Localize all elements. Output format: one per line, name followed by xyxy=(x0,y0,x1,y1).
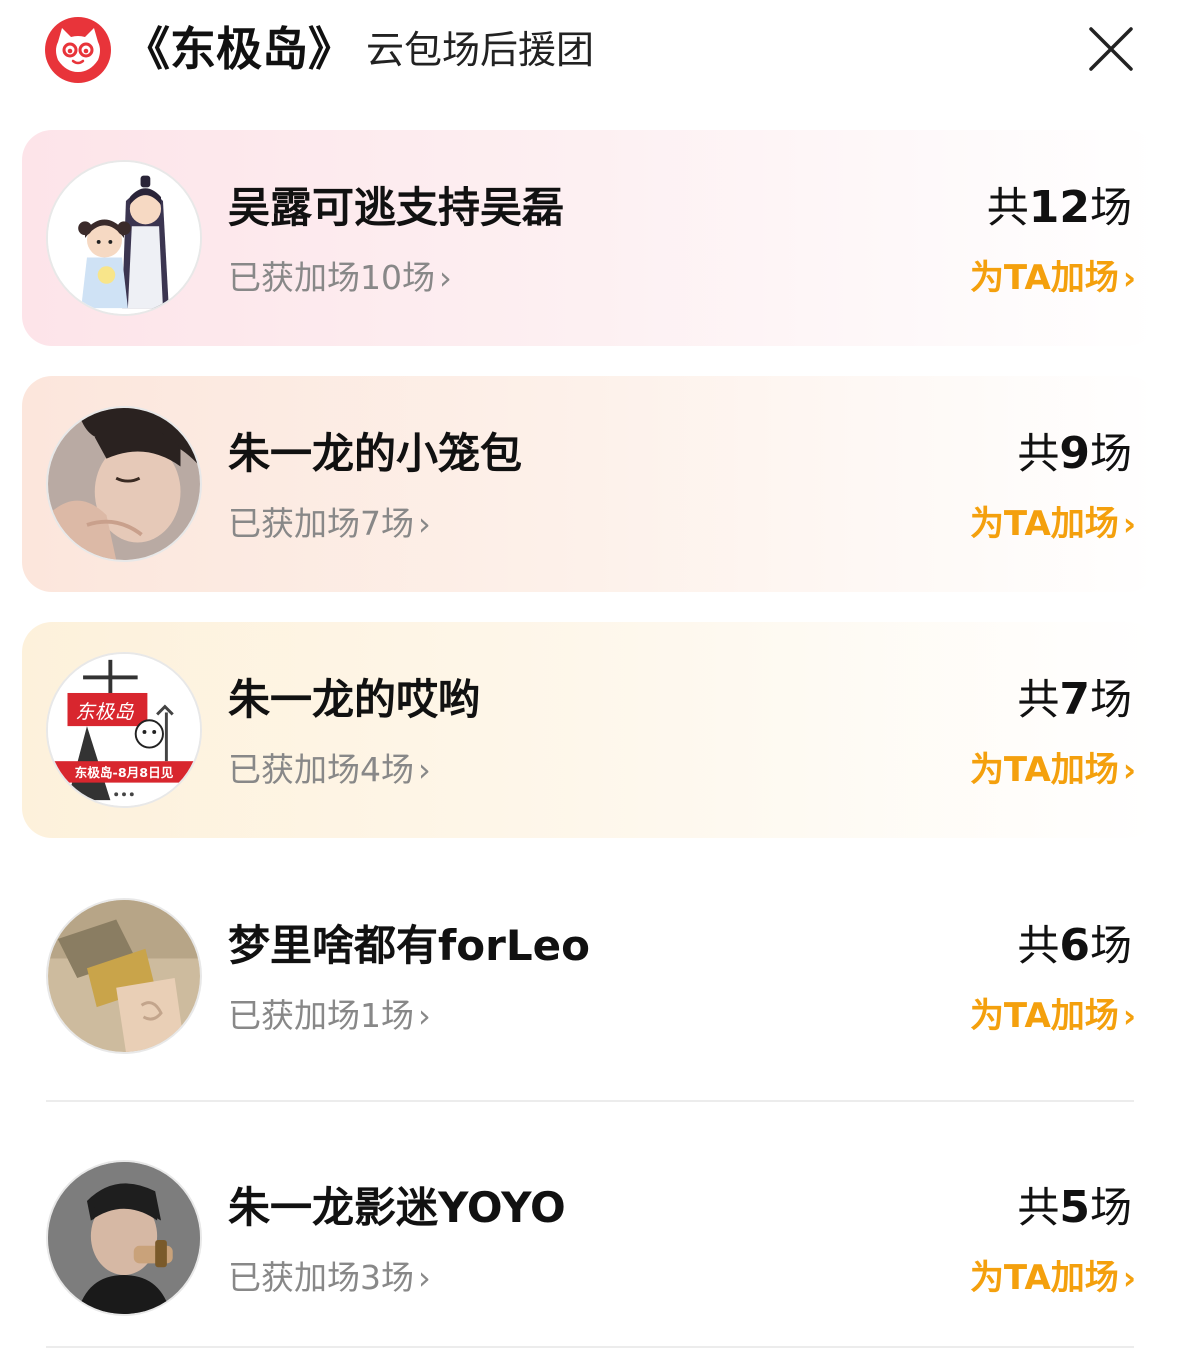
chevron-right-icon: › xyxy=(1122,751,1136,789)
total-count: 7 xyxy=(1059,674,1090,725)
support-group-card[interactable]: 朱一龙的小笼包 已获加场7场 › 共9场 为TA加场 › xyxy=(22,376,1158,592)
group-name: 梦里啥都有forLeo xyxy=(228,921,590,970)
group-name: 朱一龙影迷YOYO xyxy=(228,1183,566,1232)
portrait-photo-avatar-icon xyxy=(48,1162,200,1314)
support-group-card[interactable]: 东极岛 东极岛-8月8日见 朱一龙的哎哟 已获加场4场 › 共7场 为TA加场 › xyxy=(22,622,1158,838)
add-session-label: 为TA加场 xyxy=(969,996,1119,1036)
group-name: 朱一龙的小笼包 xyxy=(228,429,523,478)
total-prefix: 共 xyxy=(986,183,1029,232)
chevron-right-icon: › xyxy=(418,1259,431,1297)
add-session-label: 为TA加场 xyxy=(969,1258,1119,1298)
divider xyxy=(46,1100,1134,1102)
total-prefix: 共 xyxy=(1017,921,1060,970)
total-suffix: 场 xyxy=(1089,1183,1132,1232)
earned-sessions-link[interactable]: 已获加场7场 › xyxy=(228,500,431,548)
add-session-button[interactable]: 为TA加场 › xyxy=(970,254,1136,302)
total-count: 9 xyxy=(1059,428,1090,479)
cartoon-couple-avatar-icon xyxy=(48,162,200,314)
earned-sessions-text: 已获加场1场 xyxy=(228,996,414,1035)
avatar-poster-text: 东极岛-8月8日见 xyxy=(75,765,174,780)
add-session-button[interactable]: 为TA加场 › xyxy=(970,500,1136,548)
add-session-label: 为TA加场 xyxy=(969,504,1119,544)
avatar xyxy=(46,898,202,1054)
add-session-button[interactable]: 为TA加场 › xyxy=(970,992,1136,1040)
total-suffix: 场 xyxy=(1089,183,1132,232)
chevron-right-icon: › xyxy=(1122,997,1136,1035)
earned-sessions-link[interactable]: 已获加场4场 › xyxy=(228,746,431,794)
total-suffix: 场 xyxy=(1089,921,1132,970)
avatar xyxy=(46,160,202,316)
total-sessions: 共9场 xyxy=(1017,426,1132,482)
earned-sessions-text: 已获加场10场 xyxy=(228,258,435,297)
svg-text:东极岛: 东极岛 xyxy=(75,700,134,723)
total-suffix: 场 xyxy=(1089,429,1132,478)
chevron-right-icon: › xyxy=(418,505,431,543)
total-sessions: 共6场 xyxy=(1017,918,1132,974)
avatar: 东极岛 东极岛-8月8日见 xyxy=(46,652,202,808)
earned-sessions-text: 已获加场4场 xyxy=(228,750,414,789)
earned-sessions-link[interactable]: 已获加场10场 › xyxy=(228,254,452,302)
earned-sessions-link[interactable]: 已获加场3场 › xyxy=(228,1254,431,1302)
add-session-button[interactable]: 为TA加场 › xyxy=(970,746,1136,794)
divider xyxy=(46,1346,1134,1348)
add-session-label: 为TA加场 xyxy=(969,750,1119,790)
total-count: 6 xyxy=(1059,920,1090,971)
stamp-photo-avatar-icon xyxy=(48,900,200,1052)
total-prefix: 共 xyxy=(1017,1183,1060,1232)
total-sessions: 共5场 xyxy=(1017,1180,1132,1236)
chevron-right-icon: › xyxy=(1122,505,1136,543)
close-icon[interactable] xyxy=(1086,24,1136,74)
total-count: 12 xyxy=(1028,182,1090,233)
header-bar: 《东极岛》 云包场后援团 xyxy=(0,0,1179,100)
add-session-label: 为TA加场 xyxy=(969,258,1119,298)
support-group-card[interactable]: 朱一龙影迷YOYO 已获加场3场 › 共5场 为TA加场 › xyxy=(22,1130,1158,1346)
earned-sessions-link[interactable]: 已获加场1场 › xyxy=(228,992,431,1040)
support-group-card[interactable]: 吴露可逃支持吴磊 已获加场10场 › 共12场 为TA加场 › xyxy=(22,130,1158,346)
total-count: 5 xyxy=(1059,1182,1090,1233)
chevron-right-icon: › xyxy=(1122,1259,1136,1297)
earned-sessions-text: 已获加场7场 xyxy=(228,504,414,543)
avatar xyxy=(46,1160,202,1316)
total-prefix: 共 xyxy=(1017,429,1060,478)
total-sessions: 共12场 xyxy=(987,180,1132,236)
support-group-card[interactable]: 梦里啥都有forLeo 已获加场1场 › 共6场 为TA加场 › xyxy=(22,868,1158,1084)
add-session-button[interactable]: 为TA加场 › xyxy=(970,1254,1136,1302)
group-name: 吴露可逃支持吴磊 xyxy=(228,183,565,232)
chevron-right-icon: › xyxy=(439,259,452,297)
total-suffix: 场 xyxy=(1089,675,1132,724)
chevron-right-icon: › xyxy=(1122,259,1136,297)
movie-title: 《东极岛》 xyxy=(124,22,354,76)
chevron-right-icon: › xyxy=(418,997,431,1035)
group-name: 朱一龙的哎哟 xyxy=(228,675,481,724)
total-prefix: 共 xyxy=(1017,675,1060,724)
earned-sessions-text: 已获加场3场 xyxy=(228,1258,414,1297)
movie-poster-avatar-icon: 东极岛 东极岛-8月8日见 xyxy=(48,654,200,806)
avatar xyxy=(46,406,202,562)
portrait-photo-avatar-icon xyxy=(48,408,200,560)
total-sessions: 共7场 xyxy=(1017,672,1132,728)
chevron-right-icon: › xyxy=(418,751,431,789)
maoyan-cat-logo-icon xyxy=(45,17,111,83)
page-subtitle: 云包场后援团 xyxy=(366,28,595,72)
